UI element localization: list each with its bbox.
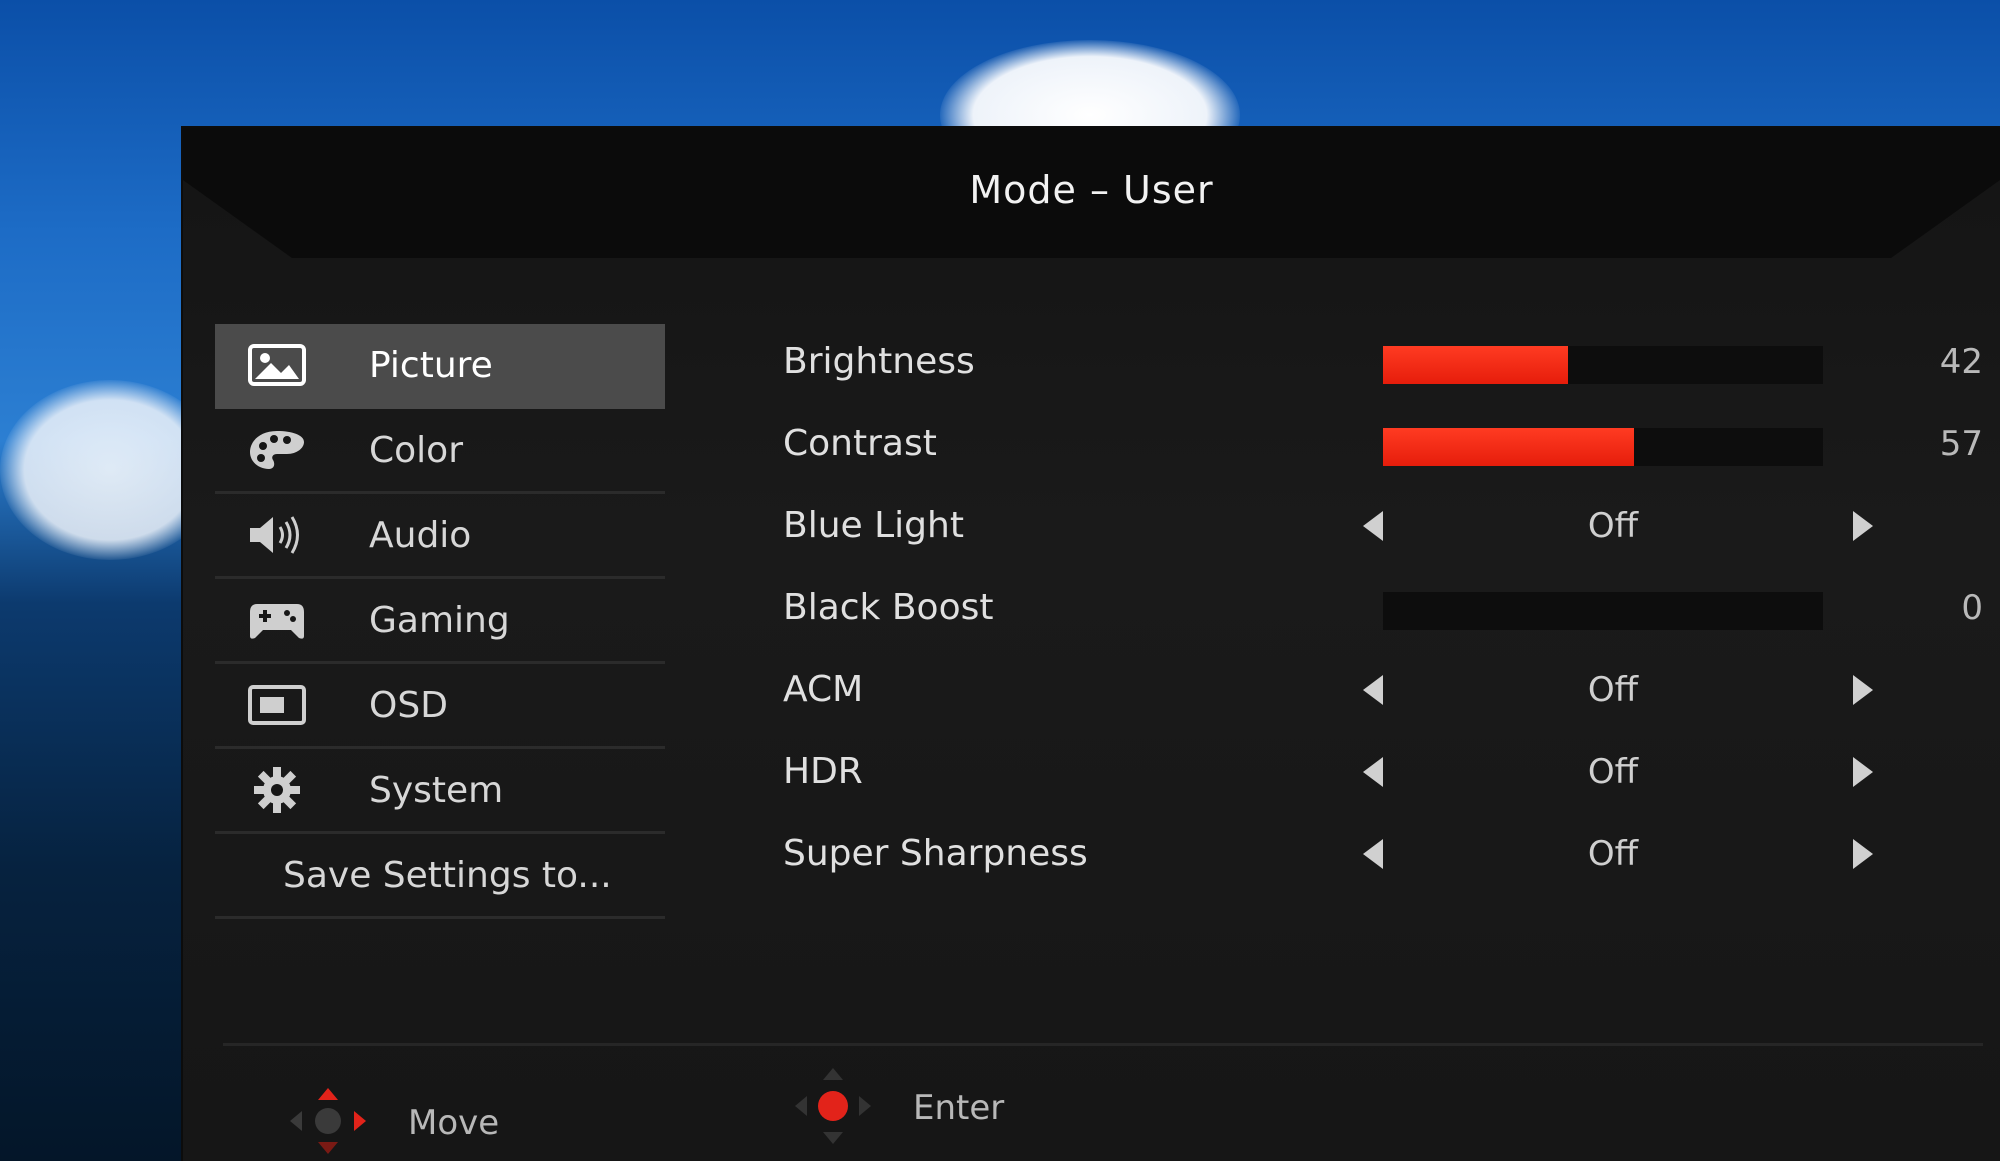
footer-move-hint: Move bbox=[288, 1088, 499, 1158]
gear-icon bbox=[245, 765, 309, 815]
osd-title: Mode – User bbox=[969, 168, 1214, 212]
contrast-label: Contrast bbox=[783, 423, 937, 464]
brightness-fill bbox=[1383, 346, 1568, 384]
acm-row[interactable]: ACM Off bbox=[783, 660, 1933, 720]
acm-left-arrow-icon[interactable] bbox=[1363, 675, 1383, 705]
footer-enter-hint: Enter bbox=[793, 1068, 1005, 1144]
black-boost-value: 0 bbox=[1961, 588, 1983, 628]
osd-window-icon bbox=[245, 680, 309, 730]
black-boost-label: Black Boost bbox=[783, 587, 994, 628]
super-sharpness-left-arrow-icon[interactable] bbox=[1363, 839, 1383, 869]
hdr-right-arrow-icon[interactable] bbox=[1853, 757, 1873, 787]
super-sharpness-right-arrow-icon[interactable] bbox=[1853, 839, 1873, 869]
super-sharpness-value: Off bbox=[1587, 834, 1639, 874]
sidebar-item-label: System bbox=[369, 769, 504, 811]
sidebar-item-label: Gaming bbox=[369, 599, 510, 641]
blue-light-row[interactable]: Blue Light Off bbox=[783, 496, 1933, 556]
enter-label: Enter bbox=[913, 1088, 1005, 1128]
sidebar: Picture Color Audio Gaming OSD System Sa… bbox=[215, 324, 665, 919]
osd-menu: Mode – User Picture Color Audio Gaming O… bbox=[183, 128, 2000, 1161]
speaker-icon bbox=[245, 510, 309, 560]
sidebar-item-label: Picture bbox=[369, 344, 493, 386]
palette-icon bbox=[245, 425, 309, 475]
sidebar-item-label: Color bbox=[369, 429, 463, 471]
move-label: Move bbox=[408, 1103, 500, 1143]
blue-light-left-arrow-icon[interactable] bbox=[1363, 511, 1383, 541]
enter-dpad-icon bbox=[793, 1066, 873, 1150]
brightness-value: 42 bbox=[1939, 342, 1983, 382]
contrast-row[interactable]: Contrast 57 bbox=[783, 414, 1983, 474]
sidebar-item-osd[interactable]: OSD bbox=[215, 664, 665, 749]
sidebar-item-label: Save Settings to... bbox=[283, 854, 612, 896]
brightness-row[interactable]: Brightness 42 bbox=[783, 332, 1983, 392]
contrast-value: 57 bbox=[1939, 424, 1983, 464]
contrast-fill bbox=[1383, 428, 1634, 466]
black-boost-slider[interactable] bbox=[1383, 592, 1823, 630]
hdr-label: HDR bbox=[783, 751, 863, 792]
super-sharpness-label: Super Sharpness bbox=[783, 833, 1088, 874]
sidebar-item-audio[interactable]: Audio bbox=[215, 494, 665, 579]
blue-light-right-arrow-icon[interactable] bbox=[1853, 511, 1873, 541]
blue-light-label: Blue Light bbox=[783, 505, 964, 546]
footer-divider bbox=[223, 1043, 1983, 1046]
sidebar-item-picture[interactable]: Picture bbox=[215, 324, 665, 409]
brightness-label: Brightness bbox=[783, 341, 975, 382]
blue-light-value: Off bbox=[1587, 506, 1639, 546]
sidebar-item-system[interactable]: System bbox=[215, 749, 665, 834]
contrast-slider[interactable] bbox=[1383, 428, 1823, 466]
picture-icon bbox=[245, 340, 309, 390]
black-boost-row[interactable]: Black Boost 0 bbox=[783, 578, 1983, 638]
gamepad-icon bbox=[245, 595, 309, 645]
brightness-slider[interactable] bbox=[1383, 346, 1823, 384]
acm-label: ACM bbox=[783, 669, 864, 710]
move-dpad-icon bbox=[288, 1086, 368, 1160]
sidebar-item-label: OSD bbox=[369, 684, 448, 726]
hdr-value: Off bbox=[1587, 752, 1639, 792]
sidebar-item-gaming[interactable]: Gaming bbox=[215, 579, 665, 664]
sidebar-item-color[interactable]: Color bbox=[215, 409, 665, 494]
hdr-left-arrow-icon[interactable] bbox=[1363, 757, 1383, 787]
acm-value: Off bbox=[1587, 670, 1639, 710]
sidebar-item-label: Audio bbox=[369, 514, 472, 556]
hdr-row[interactable]: HDR Off bbox=[783, 742, 1933, 802]
acm-right-arrow-icon[interactable] bbox=[1853, 675, 1873, 705]
sidebar-item-save-settings[interactable]: Save Settings to... bbox=[215, 834, 665, 919]
super-sharpness-row[interactable]: Super Sharpness Off bbox=[783, 824, 1933, 884]
